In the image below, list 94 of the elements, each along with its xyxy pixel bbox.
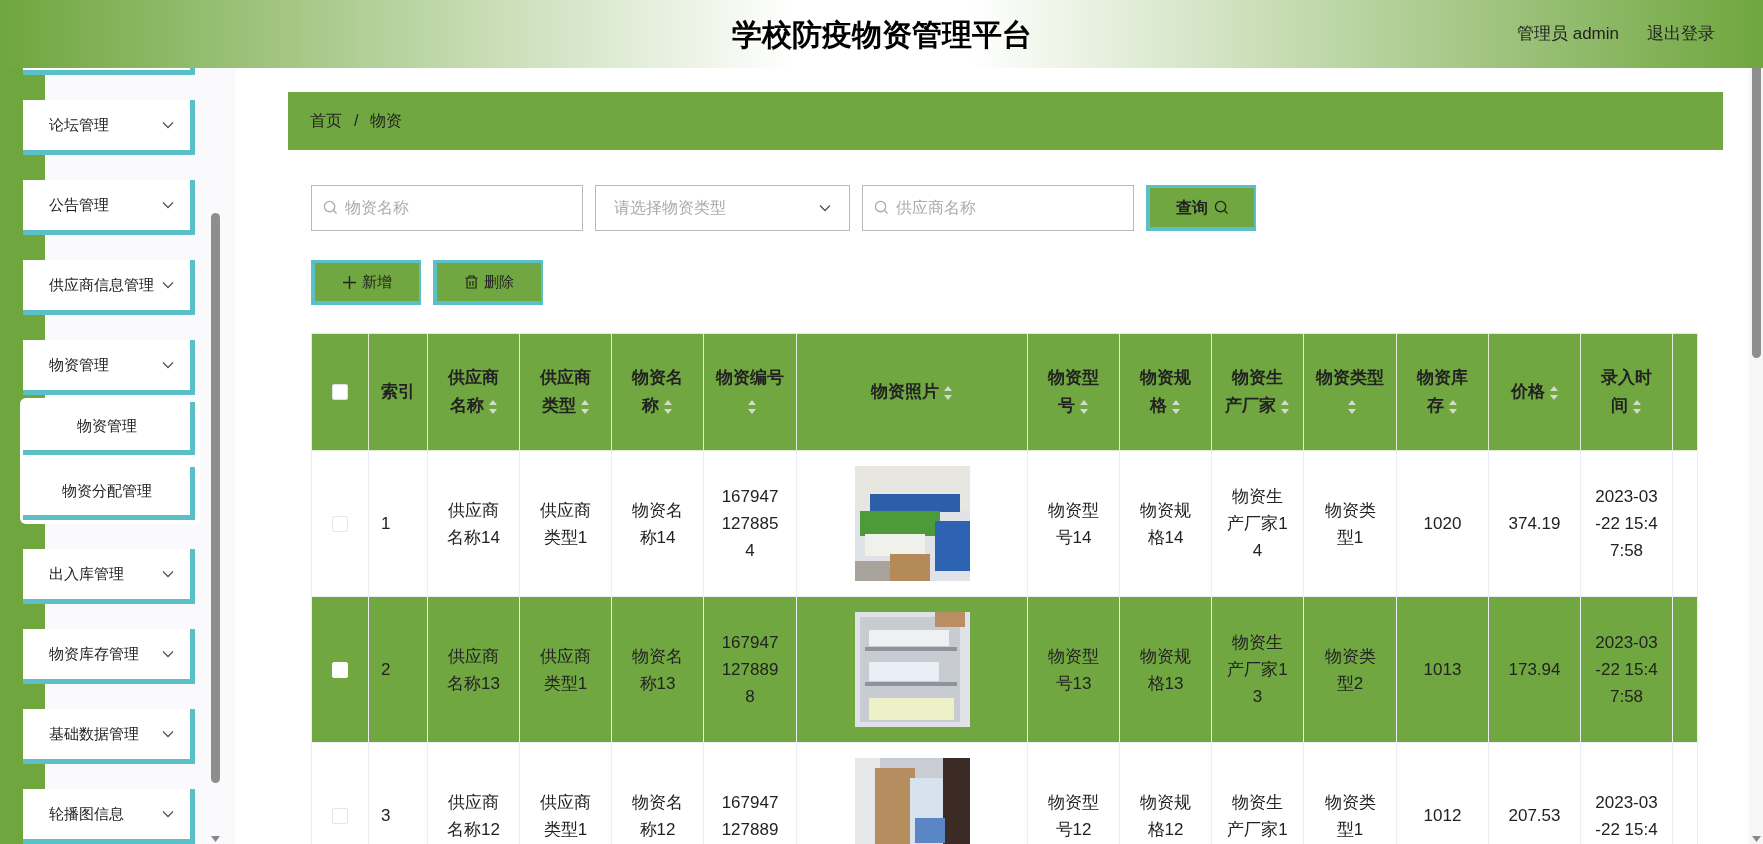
sort-icon[interactable] <box>1079 398 1089 415</box>
menu-item[interactable]: 基础数据管理 <box>23 709 195 764</box>
logout-link[interactable]: 退出登录 <box>1647 21 1715 47</box>
table-cell: 供应商名称14 <box>447 500 500 547</box>
table-cell: 物资规格14 <box>1140 500 1191 547</box>
table-cell: 2023-03-22 15:47:58 <box>1595 633 1658 706</box>
chevron-down-icon <box>162 361 174 369</box>
sort-icon[interactable] <box>1632 398 1642 415</box>
menu-item[interactable]: 供应商信息管理 <box>23 260 195 315</box>
search-field[interactable]: 供应商名称 <box>862 185 1134 231</box>
row-checkbox[interactable] <box>332 515 348 532</box>
chevron-down-icon <box>162 570 174 578</box>
table-cell: 物资类型2 <box>1324 646 1376 693</box>
chevron-down-icon <box>819 204 831 212</box>
user-label: 管理员 admin <box>1516 23 1619 46</box>
table-cell: 物资生产厂家13 <box>1227 633 1288 706</box>
table-cell: 物资型号13 <box>1048 646 1099 693</box>
sort-icon[interactable] <box>1548 384 1559 401</box>
scroll-down-icon[interactable] <box>1751 836 1761 842</box>
table-cell: 物资生产厂家14 <box>1227 487 1288 560</box>
table-cell: 2 <box>381 660 391 679</box>
table-cell: 207.53 <box>1508 806 1561 825</box>
sort-icon[interactable] <box>1280 398 1290 415</box>
menu-item[interactable]: 论坛管理 <box>23 100 195 155</box>
table-cell: 物资生产厂家1 <box>1227 792 1288 839</box>
table-cell: 供应商名称13 <box>447 646 500 693</box>
table-cell: 2023-03-22 15:4 <box>1595 792 1658 839</box>
search-icon <box>1213 200 1229 215</box>
table-cell: 1012 <box>1423 806 1462 825</box>
table-cell: 物资型号12 <box>1048 792 1099 839</box>
breadcrumb-link[interactable]: 物资 <box>370 109 403 133</box>
menu-item[interactable]: 物资库存管理 <box>23 629 195 684</box>
sort-icon[interactable] <box>663 398 673 415</box>
sort-icon[interactable] <box>487 398 498 415</box>
table-cell: 物资类型1 <box>1324 792 1376 839</box>
submenu-item[interactable]: 物资管理 <box>23 402 195 455</box>
table-cell: 2023-03-22 15:47:58 <box>1595 487 1658 560</box>
menu-item[interactable]: 出入库管理 <box>23 549 195 604</box>
sort-icon[interactable] <box>1347 398 1357 415</box>
trash-icon <box>464 275 478 289</box>
scroll-down-icon[interactable] <box>210 836 220 842</box>
table-cell: 物资规格12 <box>1140 792 1191 839</box>
sort-icon[interactable] <box>1448 398 1458 415</box>
sort-icon[interactable] <box>943 384 953 401</box>
scrollbar-thumb[interactable] <box>210 213 220 783</box>
chevron-down-icon <box>162 810 174 818</box>
delete-button[interactable]: 删除 <box>433 260 543 305</box>
table-cell: 3 <box>381 806 391 825</box>
table-cell: 1679471278898 <box>721 633 779 706</box>
table-cell: 1 <box>381 514 391 533</box>
menu-item[interactable] <box>23 68 195 75</box>
table-cell: 供应商类型1 <box>540 792 591 839</box>
chevron-down-icon <box>162 201 174 209</box>
scrollbar-thumb[interactable] <box>1751 68 1761 358</box>
table-cell: 167947127889 <box>721 792 779 839</box>
add-button[interactable]: 新增 <box>311 260 421 305</box>
table-cell: 供应商类型1 <box>540 500 591 547</box>
table-cell: 173.94 <box>1508 660 1561 679</box>
menu-item[interactable]: 轮播图信息 <box>23 789 195 844</box>
table-cell: 物资规格13 <box>1140 646 1191 693</box>
table-cell: 物资名称12 <box>632 792 683 839</box>
table-cell: 供应商类型1 <box>540 646 591 693</box>
breadcrumb-separator: / <box>354 111 359 131</box>
sort-icon[interactable] <box>579 398 590 415</box>
search-field[interactable]: 物资名称 <box>311 185 583 231</box>
select-all-checkbox[interactable] <box>332 384 348 400</box>
table-cell: 1020 <box>1423 514 1462 533</box>
sort-icon[interactable] <box>747 398 757 415</box>
submenu-item[interactable]: 物资分配管理 <box>23 467 195 520</box>
column-header: 索引 <box>381 381 415 403</box>
table-cell: 物资类型1 <box>1324 500 1376 547</box>
chevron-down-icon <box>162 730 174 738</box>
table-cell: 供应商名称12 <box>447 792 500 839</box>
column-header[interactable]: 价格 <box>1501 378 1568 406</box>
chevron-down-icon <box>162 650 174 658</box>
sort-icon[interactable] <box>1171 398 1181 415</box>
table-cell: 物资名称14 <box>632 500 683 547</box>
app-title: 学校防疫物资管理平台 <box>731 16 1032 53</box>
table-cell: 1013 <box>1423 660 1462 679</box>
chevron-down-icon <box>162 281 174 289</box>
breadcrumb-link[interactable]: 首页 <box>310 109 342 133</box>
table-cell: 物资型号14 <box>1048 500 1099 547</box>
menu-item[interactable]: 公告管理 <box>23 180 195 235</box>
plus-icon <box>342 275 356 289</box>
search-icon <box>874 200 889 215</box>
chevron-down-icon <box>162 121 174 129</box>
table-cell: 物资名称13 <box>632 646 683 693</box>
row-checkbox[interactable] <box>332 807 348 824</box>
table-cell: 374.19 <box>1508 514 1561 533</box>
search-icon <box>323 200 338 215</box>
query-button[interactable]: 查询 <box>1146 185 1256 231</box>
table-cell: 1679471278854 <box>721 487 779 560</box>
page-scrollbar[interactable] <box>1749 68 1763 844</box>
menu-item[interactable]: 物资管理 <box>23 340 195 395</box>
